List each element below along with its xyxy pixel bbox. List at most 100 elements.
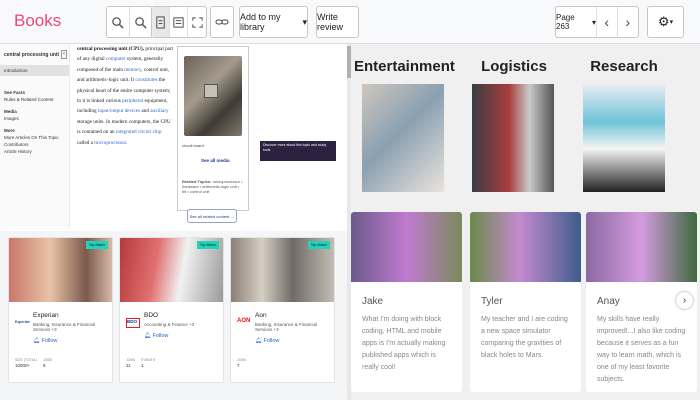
infobox-caption: circuit board <box>182 143 204 148</box>
book-page-left: central processing unit ‹ Introduction S… <box>0 44 347 400</box>
article-text: central processing unit (CPU), principal… <box>77 44 174 148</box>
stat-label: JOBS <box>43 358 53 362</box>
follow-button[interactable]: 🔔︎ Follow <box>144 333 223 339</box>
zoom-group <box>106 6 153 38</box>
article-link[interactable]: integrated circuit chip <box>116 129 162 135</box>
stat-value: 9 <box>43 363 46 368</box>
logistics-image <box>472 84 554 192</box>
article-link[interactable]: peripheral <box>122 98 143 104</box>
single-page-icon[interactable] <box>152 7 171 37</box>
bdo-logo: BDO <box>126 318 140 328</box>
page-nav: Page 263 ▾ ‹ › <box>555 6 639 38</box>
employer-industry: Banking, Insurance & Financial Services … <box>33 322 96 332</box>
employer-stats: JOBS 7 <box>237 358 246 368</box>
settings-button[interactable]: ⚙ ▾ <box>647 6 684 38</box>
gear-icon: ⚙ <box>657 14 670 29</box>
student-photo <box>586 212 697 282</box>
next-page-icon[interactable]: › <box>618 7 638 37</box>
book-page-right: Entertainment Logistics Research Jake Wh… <box>351 44 700 400</box>
cpu-chip-icon <box>204 84 218 98</box>
article-link[interactable]: input/output devices <box>98 108 140 114</box>
article-abbr: (CPU), <box>128 46 145 52</box>
stat-value: 7 <box>237 363 240 368</box>
stat-label: JOBS <box>126 358 136 362</box>
employer-industry: Banking, Insurance & Financial Services … <box>255 322 318 332</box>
stat-size: SIZE (TOTAL) 10000+ <box>15 358 37 368</box>
article-link[interactable]: microprocessor <box>94 140 126 146</box>
follow-button[interactable]: 🔔︎ Follow <box>255 338 334 344</box>
two-page-icon[interactable] <box>170 7 189 37</box>
article-link[interactable]: computer <box>106 56 126 62</box>
student-quote: What I'm doing with block coding, HTML a… <box>362 316 446 371</box>
view-mode-group <box>151 6 207 38</box>
employer-name[interactable]: Aon <box>255 312 334 319</box>
zoom-in-icon[interactable] <box>107 7 130 37</box>
article-link[interactable]: memory <box>124 67 141 73</box>
zoom-out-icon[interactable] <box>130 7 152 37</box>
top-match-badge: Top Match <box>85 241 108 249</box>
toc-item[interactable]: Rules & Related Content <box>0 97 69 102</box>
ad-banner[interactable]: Discover more about this topic and study… <box>260 141 336 161</box>
category-title: Research <box>590 58 658 75</box>
stat-jobs: JOBS 7 <box>237 358 246 368</box>
books-logo[interactable]: Books <box>14 11 61 31</box>
category-title: Entertainment <box>354 58 455 75</box>
stat-value: 11 <box>126 363 131 368</box>
student-name: Tyler <box>481 296 503 307</box>
follow-button[interactable]: 🔔︎ Follow <box>33 338 112 344</box>
article-link[interactable]: constitutes <box>135 77 157 83</box>
follow-label: Follow <box>263 338 280 344</box>
employer-name[interactable]: Experian <box>33 312 112 319</box>
add-to-library-label: Add to my library <box>240 12 281 32</box>
toc-item[interactable]: Article History <box>0 149 69 154</box>
entertainment-image <box>362 84 444 192</box>
employer-stats: SIZE (TOTAL) 10000+ JOBS 9 <box>15 358 52 368</box>
top-match-badge: Top Match <box>307 241 330 249</box>
carousel-next-icon[interactable]: › <box>676 292 693 309</box>
fullscreen-icon[interactable] <box>188 7 206 37</box>
employer-photo: Top Match <box>120 238 223 302</box>
related-topics: Related Topics: microprocessor • hardwar… <box>182 179 244 194</box>
research-image <box>583 84 665 192</box>
toc-section: More <box>4 128 15 133</box>
employer-stats: JOBS 11 EVENTS 1 <box>126 358 155 368</box>
page-label: Page 263 <box>556 13 575 31</box>
student-card: Jake What I'm doing with block coding, H… <box>351 212 462 392</box>
write-review-button[interactable]: Write review <box>316 6 359 38</box>
category-title: Logistics <box>481 58 547 75</box>
stat-jobs: JOBS 9 <box>43 358 52 368</box>
student-quote: My skills have really improved!...I also… <box>597 316 686 383</box>
link-icon[interactable] <box>210 6 234 38</box>
prev-page-icon[interactable]: ‹ <box>597 7 618 37</box>
bell-icon: 🔔︎ <box>144 333 151 339</box>
article-link[interactable]: auxiliary <box>150 108 168 114</box>
employer-photo: Top Match <box>231 238 334 302</box>
bell-icon: 🔔︎ <box>255 338 262 344</box>
employer-industry: Accounting & Finance +3 <box>144 322 195 327</box>
toc-item[interactable]: More Articles On This Topic <box>0 135 69 140</box>
toc-item[interactable]: Introduction <box>0 65 69 76</box>
student-quote: My teacher and I are coding a new space … <box>481 316 568 359</box>
add-to-library-button[interactable]: Add to my library ▾ <box>239 6 308 38</box>
stat-value: 1 <box>141 363 144 368</box>
see-related-button[interactable]: See all related content → <box>187 209 237 223</box>
stat-label: SIZE (TOTAL) <box>15 358 38 362</box>
circuit-board-image[interactable] <box>184 56 242 136</box>
see-all-media-link[interactable]: See all media <box>201 158 230 163</box>
toc-item[interactable]: Contributors <box>0 142 69 147</box>
toc-item[interactable]: Images <box>0 116 69 121</box>
collapse-icon[interactable]: ‹ <box>61 50 67 59</box>
chevron-down-icon: ▾ <box>591 17 596 27</box>
follow-label: Follow <box>152 333 169 339</box>
chevron-down-icon: ▾ <box>302 16 307 27</box>
page-select[interactable]: Page 263 ▾ <box>556 7 597 37</box>
employer-card[interactable]: Top Match BDO BDO Accounting & Finance +… <box>119 237 224 383</box>
toc-section: Media <box>4 109 17 114</box>
employer-card[interactable]: Top Match AON Aon Banking, Insurance & F… <box>230 237 335 383</box>
article-text-span: called a <box>77 139 93 146</box>
employer-card[interactable]: Top Match Experian Experian Banking, Ins… <box>8 237 113 383</box>
article-text-span: and <box>141 108 149 115</box>
employer-cards: Top Match Experian Experian Banking, Ins… <box>0 231 347 400</box>
employer-name[interactable]: BDO <box>144 312 223 319</box>
experian-logo: Experian <box>15 320 30 324</box>
